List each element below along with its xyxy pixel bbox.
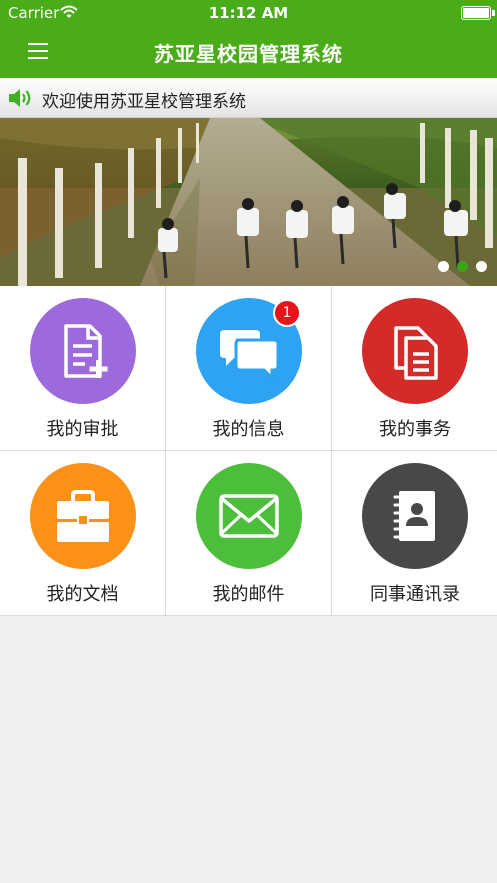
address-book-icon: [362, 463, 468, 569]
menu-item-label: 我的审批: [46, 419, 119, 440]
battery-icon: [461, 6, 495, 20]
banner-image: [0, 118, 497, 286]
carousel-dots: [430, 257, 487, 276]
menu-item-documents[interactable]: 我的文档: [0, 451, 166, 616]
documents-copy-icon: [362, 298, 468, 404]
menu-item-label: 我的信息: [212, 419, 285, 440]
banner-carousel[interactable]: [0, 118, 497, 286]
unread-badge: 1: [273, 299, 301, 327]
notice-text: 欢迎使用苏亚星校管理系统: [42, 92, 246, 112]
menu-item-approval[interactable]: 我的审批: [0, 286, 166, 451]
status-time: 11:12 AM: [208, 4, 289, 22]
menu-item-mail[interactable]: 我的邮件: [166, 451, 332, 616]
speaker-icon: [9, 89, 31, 107]
menu-item-label: 同事通讯录: [370, 584, 460, 605]
menu-item-label: 我的文档: [46, 584, 119, 605]
carousel-dot-2[interactable]: [457, 261, 468, 272]
approval-document-icon: [30, 298, 136, 404]
briefcase-icon: [30, 463, 136, 569]
carousel-dot-1[interactable]: [438, 261, 449, 272]
menu-item-messages[interactable]: 1 我的信息: [166, 286, 332, 451]
menu-item-affairs[interactable]: 我的事务: [332, 286, 497, 451]
menu-grid: 我的审批 1 我的信息 我的事务 我的文档 我的邮件 同事通讯录: [0, 286, 497, 616]
envelope-icon: [196, 463, 302, 569]
page-title: 苏亚星校园管理系统: [154, 42, 343, 66]
menu-item-contacts[interactable]: 同事通讯录: [332, 451, 497, 616]
notice-bar: 欢迎使用苏亚星校管理系统: [0, 78, 497, 118]
carousel-dot-3[interactable]: [476, 261, 487, 272]
nav-bar: 苏亚星校园管理系统: [0, 26, 497, 78]
menu-item-label: 我的邮件: [212, 584, 285, 605]
status-bar: Carrier 11:12 AM: [0, 0, 497, 26]
menu-item-label: 我的事务: [379, 419, 451, 440]
